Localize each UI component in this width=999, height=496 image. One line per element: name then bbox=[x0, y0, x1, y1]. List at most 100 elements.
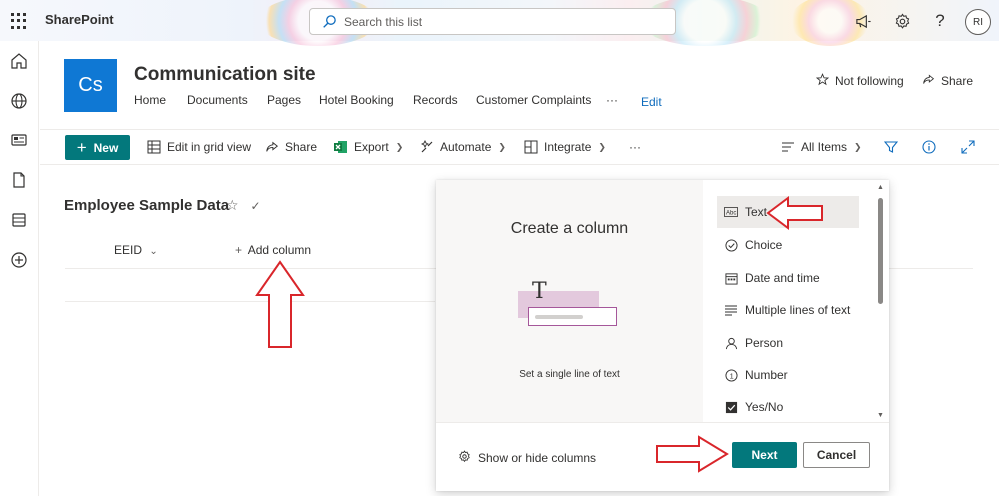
column-preview: Create a column T Set a single line of t… bbox=[436, 180, 703, 422]
site-logo[interactable]: Cs bbox=[64, 59, 117, 112]
favorite-star-icon[interactable]: ☆ bbox=[226, 197, 239, 213]
add-column-button[interactable]: + Add column bbox=[235, 243, 311, 257]
integrate-icon bbox=[524, 140, 538, 154]
waffle-icon[interactable] bbox=[11, 13, 27, 29]
integrate-label: Integrate bbox=[544, 140, 592, 154]
grid-icon bbox=[147, 140, 161, 154]
command-bar: + New Edit in grid view Share Export ❯ Au… bbox=[40, 129, 999, 165]
row-divider bbox=[65, 301, 435, 302]
add-circle-icon[interactable] bbox=[10, 251, 28, 269]
nav-item-records[interactable]: Records bbox=[413, 93, 458, 107]
gear-icon bbox=[458, 450, 471, 466]
number-icon: 1 bbox=[724, 368, 738, 382]
nav-item-documents[interactable]: Documents bbox=[187, 93, 248, 107]
annotation-arrow-left bbox=[766, 196, 823, 230]
annotation-arrow-up bbox=[255, 260, 305, 348]
column-type-person[interactable]: Person bbox=[717, 327, 859, 359]
column-type-yes-no[interactable]: Yes/No bbox=[717, 391, 859, 422]
column-type-multiline-text[interactable]: Multiple lines of text bbox=[717, 294, 859, 326]
column-type-number[interactable]: 1 Number bbox=[717, 359, 859, 391]
column-type-scrollbar[interactable]: ▲ ▼ bbox=[876, 184, 885, 420]
search-box[interactable] bbox=[309, 8, 676, 35]
scroll-up-icon[interactable]: ▲ bbox=[877, 184, 884, 191]
column-type-label: Yes/No bbox=[745, 400, 784, 414]
share-list-button[interactable]: Share bbox=[265, 140, 317, 154]
nav-more-button[interactable]: ··· bbox=[606, 93, 618, 107]
globe-icon[interactable] bbox=[10, 92, 28, 110]
edit-grid-view-button[interactable]: Edit in grid view bbox=[147, 140, 251, 154]
column-header-label: EEID bbox=[114, 243, 143, 257]
edit-nav-link[interactable]: Edit bbox=[641, 95, 662, 109]
info-icon[interactable] bbox=[922, 140, 936, 154]
chevron-down-icon: ❯ bbox=[498, 141, 506, 152]
cancel-button[interactable]: Cancel bbox=[803, 442, 870, 468]
annotation-arrow-right bbox=[656, 435, 729, 473]
export-button[interactable]: Export ❯ bbox=[333, 140, 403, 154]
chevron-down-icon: ❯ bbox=[598, 141, 606, 152]
column-type-label: Number bbox=[745, 368, 788, 382]
suite-bar: SharePoint ? RI bbox=[0, 0, 999, 46]
nav-item-home[interactable]: Home bbox=[134, 93, 166, 107]
news-icon[interactable] bbox=[10, 131, 28, 149]
view-label: All Items bbox=[801, 140, 848, 154]
show-hide-columns-link[interactable]: Show or hide columns bbox=[458, 450, 596, 466]
column-type-label: Date and time bbox=[745, 271, 820, 285]
column-type-label: Choice bbox=[745, 238, 783, 252]
avatar[interactable]: RI bbox=[965, 9, 991, 35]
show-hide-columns-label: Show or hide columns bbox=[478, 451, 597, 465]
follow-label: Not following bbox=[835, 74, 904, 88]
nav-item-hotel-booking[interactable]: Hotel Booking bbox=[319, 93, 394, 107]
integrate-button[interactable]: Integrate ❯ bbox=[524, 140, 606, 154]
panel-title: Create a column bbox=[510, 220, 629, 237]
site-share-button[interactable]: Share bbox=[922, 73, 973, 89]
excel-icon bbox=[333, 140, 348, 154]
site-title[interactable]: Communication site bbox=[134, 64, 316, 86]
nav-item-customer-complaints[interactable]: Customer Complaints bbox=[476, 93, 591, 107]
expand-icon[interactable] bbox=[961, 140, 975, 154]
add-icon: + bbox=[235, 243, 243, 257]
new-label: New bbox=[93, 140, 119, 155]
scroll-down-icon[interactable]: ▼ bbox=[877, 412, 884, 419]
gear-icon[interactable] bbox=[892, 11, 912, 31]
automate-icon bbox=[420, 140, 434, 154]
nav-item-pages[interactable]: Pages bbox=[267, 93, 301, 107]
list-title[interactable]: Employee Sample Data bbox=[64, 197, 229, 214]
share-list-label: Share bbox=[285, 140, 318, 154]
calendar-icon bbox=[724, 271, 738, 285]
more-commands-button[interactable]: ··· bbox=[629, 140, 641, 154]
choice-icon bbox=[724, 238, 738, 252]
follow-button[interactable]: Not following bbox=[815, 73, 904, 89]
megaphone-icon[interactable] bbox=[853, 11, 873, 31]
filter-icon[interactable] bbox=[884, 140, 898, 154]
file-icon[interactable] bbox=[10, 171, 28, 189]
multiline-icon bbox=[724, 303, 738, 317]
svg-text:1: 1 bbox=[729, 371, 733, 380]
text-icon: Abc bbox=[724, 205, 738, 219]
list-icon[interactable] bbox=[10, 211, 28, 229]
help-icon[interactable]: ? bbox=[930, 11, 950, 31]
automate-button[interactable]: Automate ❯ bbox=[420, 140, 506, 154]
add-column-label: Add column bbox=[247, 243, 312, 257]
preview-description: Set a single line of text bbox=[519, 369, 620, 380]
search-input[interactable] bbox=[344, 13, 664, 31]
chevron-down-icon: ⌄ bbox=[149, 246, 158, 257]
new-button[interactable]: + New bbox=[65, 135, 130, 160]
text-type-icon: T bbox=[532, 279, 547, 304]
chevron-down-icon: ❯ bbox=[854, 141, 862, 152]
svg-text:Abc: Abc bbox=[726, 211, 736, 217]
view-switcher[interactable]: All Items ❯ bbox=[781, 140, 862, 154]
app-name[interactable]: SharePoint bbox=[45, 12, 114, 27]
plus-icon: + bbox=[76, 138, 87, 157]
column-type-label: Text bbox=[745, 205, 768, 219]
share-icon bbox=[265, 140, 279, 154]
column-header-eeid[interactable]: EEID ⌄ bbox=[114, 243, 158, 257]
next-button[interactable]: Next bbox=[732, 442, 797, 468]
yesno-icon bbox=[724, 400, 738, 414]
scrollbar-thumb[interactable] bbox=[878, 198, 883, 304]
preview-illustration-field bbox=[528, 307, 617, 326]
column-type-choice[interactable]: Choice bbox=[717, 229, 859, 261]
home-icon[interactable] bbox=[10, 52, 28, 70]
person-icon bbox=[724, 336, 738, 350]
column-type-date-time[interactable]: Date and time bbox=[717, 262, 859, 294]
chevron-down-icon: ❯ bbox=[395, 141, 404, 152]
